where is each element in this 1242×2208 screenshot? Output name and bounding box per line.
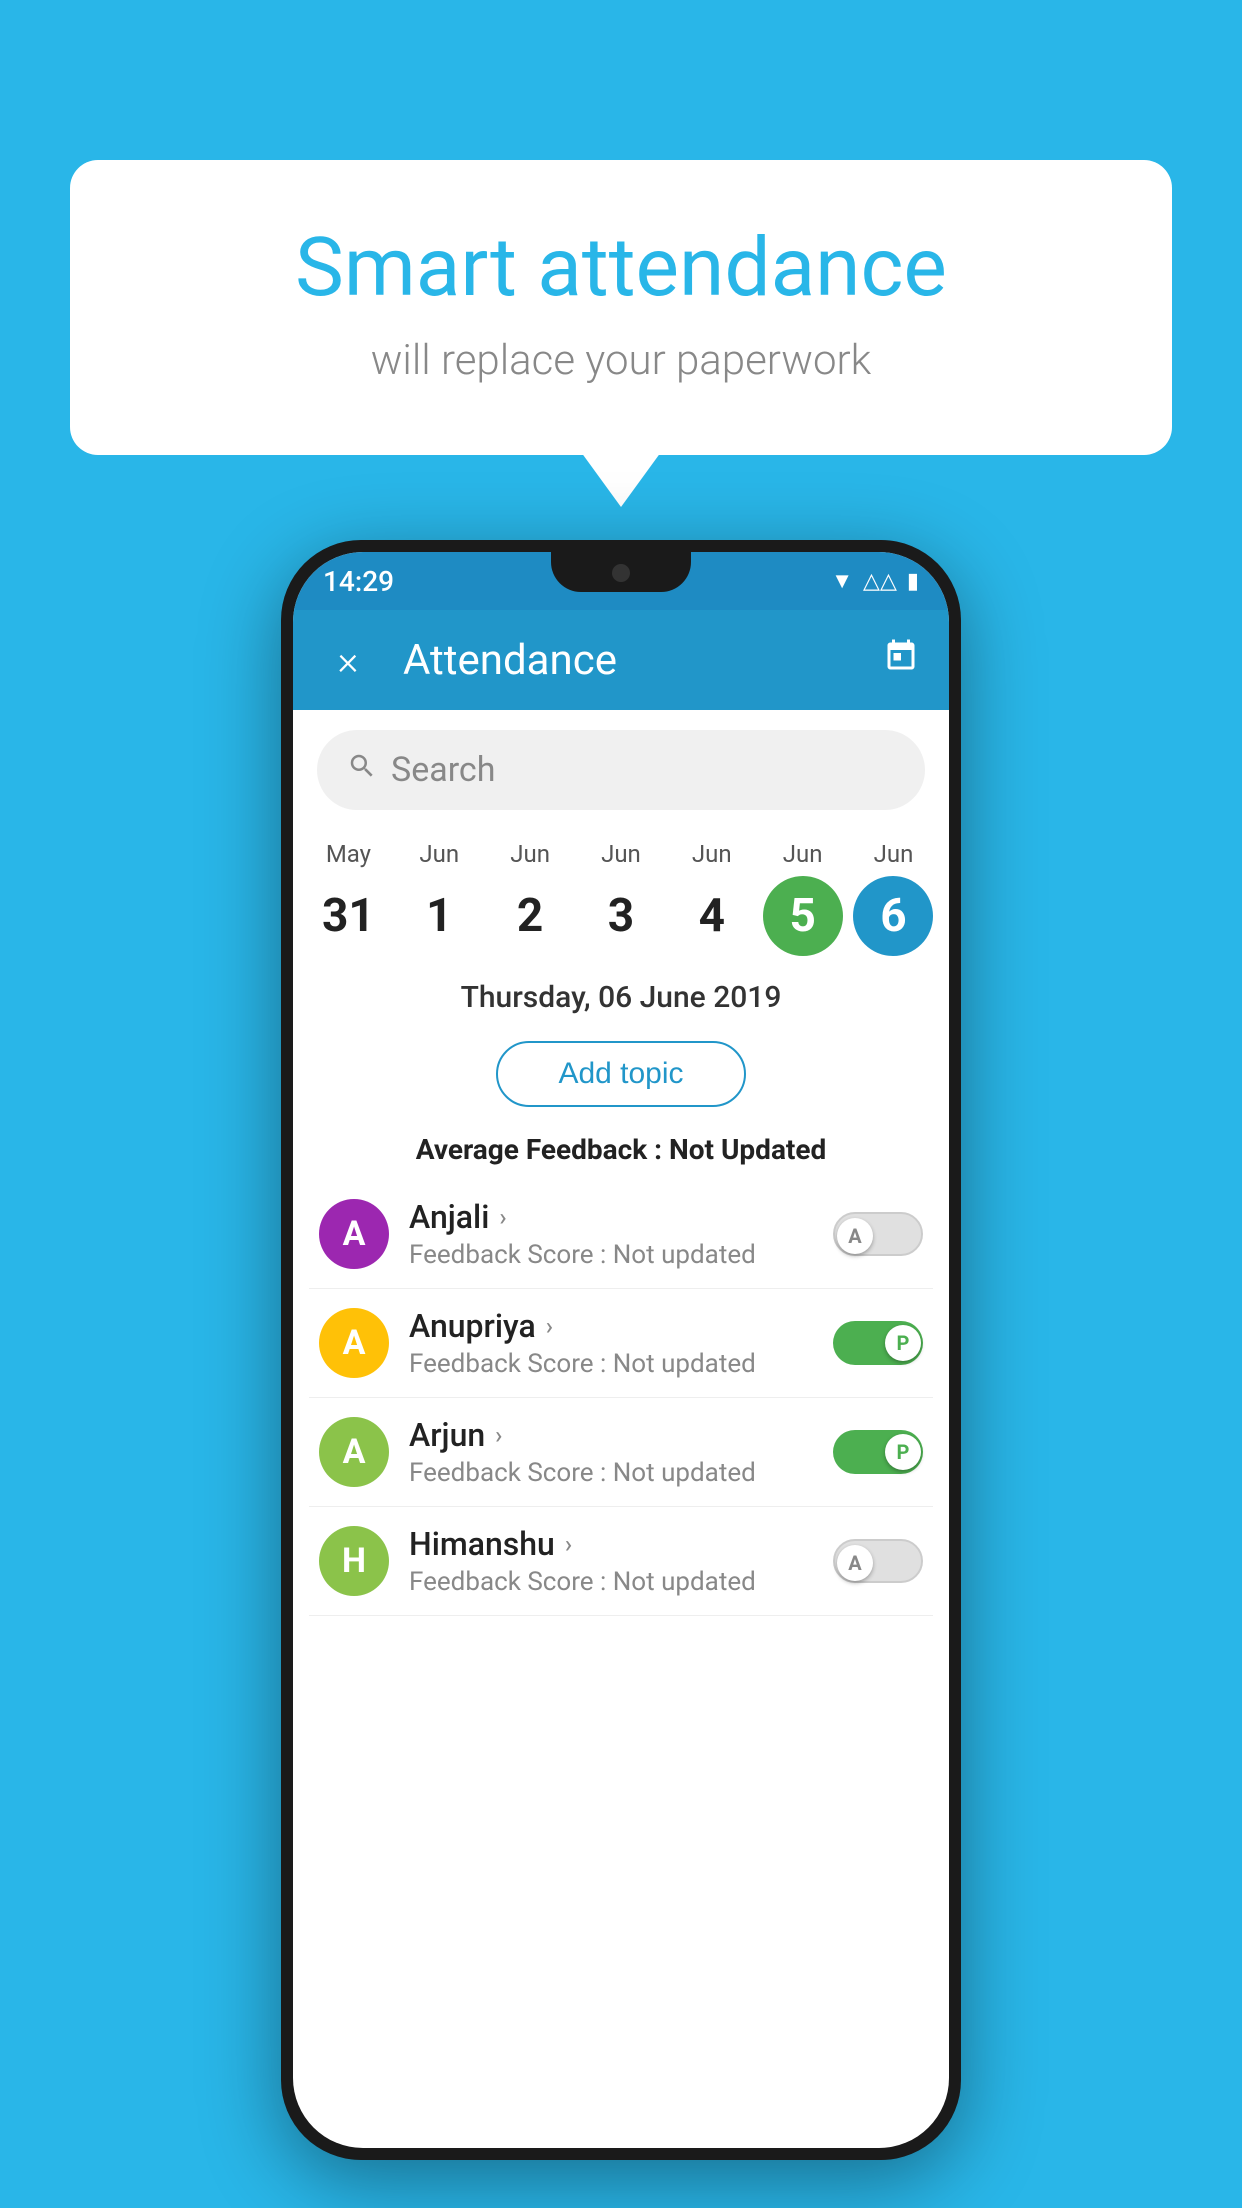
- phone-notch: [551, 552, 691, 592]
- calendar-day[interactable]: Jun 5: [763, 840, 843, 956]
- student-row[interactable]: A Anupriya › Feedback Score : Not updated P: [309, 1289, 933, 1398]
- toggle-knob: A: [837, 1545, 873, 1581]
- wifi-icon: ▼: [831, 568, 853, 594]
- toggle-knob: P: [885, 1434, 921, 1470]
- header-title: Attendance: [403, 636, 883, 685]
- chevron-right-icon: ›: [546, 1312, 553, 1340]
- cal-day-number[interactable]: 3: [581, 876, 661, 956]
- phone-frame: 14:29 ▼ △△ ▮ × Attendance: [281, 540, 961, 2160]
- calendar-icon[interactable]: [883, 638, 919, 683]
- feedback-score: Feedback Score : Not updated: [409, 1458, 833, 1488]
- avatar: A: [319, 1417, 389, 1487]
- student-row[interactable]: AAnjali ›Feedback Score : Not updatedA: [309, 1180, 933, 1289]
- add-topic-wrap: Add topic: [293, 1033, 949, 1123]
- student-info: Arjun › Feedback Score : Not updated: [409, 1416, 833, 1488]
- status-time: 14:29: [323, 565, 394, 598]
- calendar-day[interactable]: Jun 6: [853, 840, 933, 956]
- calendar-strip: May 31 Jun 1 Jun 2 Jun 3 Jun 4 Jun 5 Jun 6: [293, 830, 949, 956]
- close-button[interactable]: ×: [323, 637, 373, 684]
- avatar: A: [319, 1199, 389, 1269]
- feedback-score: Feedback Score : Not updated: [409, 1567, 833, 1597]
- student-name: Anjali ›: [409, 1198, 833, 1236]
- calendar-day[interactable]: Jun 4: [672, 840, 752, 956]
- avatar: A: [319, 1308, 389, 1378]
- bubble-title: Smart attendance: [140, 220, 1102, 316]
- student-name: Himanshu ›: [409, 1525, 833, 1563]
- student-info: Anupriya › Feedback Score : Not updated: [409, 1307, 833, 1379]
- status-icons: ▼ △△ ▮: [831, 568, 919, 594]
- student-list: AAnjali ›Feedback Score : Not updatedAAA…: [293, 1180, 949, 1616]
- chevron-right-icon: ›: [565, 1530, 572, 1558]
- calendar-day[interactable]: May 31: [308, 840, 388, 956]
- calendar-day[interactable]: Jun 3: [581, 840, 661, 956]
- student-row[interactable]: H Himanshu › Feedback Score : Not updatedA: [309, 1507, 933, 1616]
- attendance-toggle[interactable]: P: [833, 1430, 923, 1474]
- speech-bubble: Smart attendance will replace your paper…: [70, 160, 1172, 455]
- signal-icon: △△: [863, 569, 897, 594]
- chevron-right-icon: ›: [495, 1421, 502, 1449]
- student-info: Himanshu › Feedback Score : Not updated: [409, 1525, 833, 1597]
- feedback-score: Feedback Score : Not updated: [409, 1240, 833, 1270]
- cal-day-number[interactable]: 1: [399, 876, 479, 956]
- attendance-toggle[interactable]: P: [833, 1321, 923, 1365]
- cal-month-label: Jun: [510, 840, 550, 868]
- cal-month-label: Jun: [874, 840, 914, 868]
- add-topic-button[interactable]: Add topic: [496, 1041, 745, 1107]
- battery-icon: ▮: [907, 569, 919, 594]
- cal-month-label: Jun: [419, 840, 459, 868]
- bubble-subtitle: will replace your paperwork: [140, 336, 1102, 385]
- search-icon: [347, 751, 377, 789]
- calendar-day[interactable]: Jun 1: [399, 840, 479, 956]
- cal-day-number[interactable]: 4: [672, 876, 752, 956]
- calendar-day[interactable]: Jun 2: [490, 840, 570, 956]
- cal-month-label: May: [326, 840, 371, 868]
- toggle-knob: P: [885, 1325, 921, 1361]
- search-placeholder: Search: [391, 750, 495, 790]
- toggle-knob: A: [837, 1218, 873, 1254]
- attendance-toggle[interactable]: A: [833, 1212, 923, 1256]
- camera-dot: [612, 564, 630, 582]
- student-row[interactable]: A Arjun › Feedback Score : Not updated P: [309, 1398, 933, 1507]
- student-info: Anjali › Feedback Score : Not updated: [409, 1198, 833, 1270]
- avg-feedback: Average Feedback : Not Updated: [293, 1133, 949, 1166]
- cal-month-label: Jun: [692, 840, 732, 868]
- search-bar[interactable]: Search: [317, 730, 925, 810]
- student-name: Anupriya ›: [409, 1307, 833, 1345]
- cal-day-number[interactable]: 2: [490, 876, 570, 956]
- feedback-score: Feedback Score : Not updated: [409, 1349, 833, 1379]
- selected-date: Thursday, 06 June 2019: [293, 956, 949, 1025]
- cal-month-label: Jun: [601, 840, 641, 868]
- avatar: H: [319, 1526, 389, 1596]
- cal-day-number[interactable]: 6: [853, 876, 933, 956]
- cal-day-number[interactable]: 31: [308, 876, 388, 956]
- attendance-toggle[interactable]: A: [833, 1539, 923, 1583]
- chevron-right-icon: ›: [499, 1203, 506, 1231]
- app-header: × Attendance: [293, 610, 949, 710]
- cal-day-number[interactable]: 5: [763, 876, 843, 956]
- phone-inner: 14:29 ▼ △△ ▮ × Attendance: [293, 552, 949, 2148]
- student-name: Arjun ›: [409, 1416, 833, 1454]
- cal-month-label: Jun: [783, 840, 823, 868]
